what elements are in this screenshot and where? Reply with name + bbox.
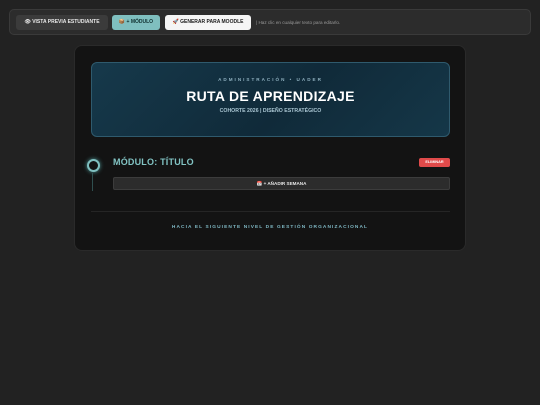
hero-kicker[interactable]: ADMINISTRACIÓN • UADER [92, 77, 449, 82]
page-title[interactable]: RUTA DE APRENDIZAJE [92, 88, 449, 104]
editor-toolbar: 👁 VISTA PREVIA ESTUDIANTE 📦 + MÓDULO 🚀 G… [9, 9, 531, 35]
generate-moodle-button[interactable]: 🚀 GENERAR PARA MOODLE [165, 15, 251, 30]
delete-module-button[interactable]: ELIMINAR [419, 158, 450, 167]
learning-path-card: ADMINISTRACIÓN • UADER RUTA DE APRENDIZA… [74, 45, 466, 251]
timeline-line [92, 173, 93, 191]
hero-banner: ADMINISTRACIÓN • UADER RUTA DE APRENDIZA… [91, 62, 450, 137]
edit-hint: | Haz clic en cualquier texto para edita… [256, 20, 341, 25]
hero-subtitle[interactable]: COHORTE 2026 | DISEÑO ESTRATÉGICO [92, 108, 449, 114]
add-week-button[interactable]: 📅 + AÑADIR SEMANA [113, 177, 450, 190]
footer-text[interactable]: HACIA EL SIGUIENTE NIVEL DE GESTIÓN ORGA… [75, 225, 465, 230]
footer-divider [91, 211, 450, 212]
student-preview-button[interactable]: 👁 VISTA PREVIA ESTUDIANTE [16, 15, 108, 30]
module-title[interactable]: MÓDULO: TÍTULO [113, 157, 194, 167]
timeline-node-icon [87, 159, 100, 172]
add-module-button[interactable]: 📦 + MÓDULO [112, 15, 160, 30]
